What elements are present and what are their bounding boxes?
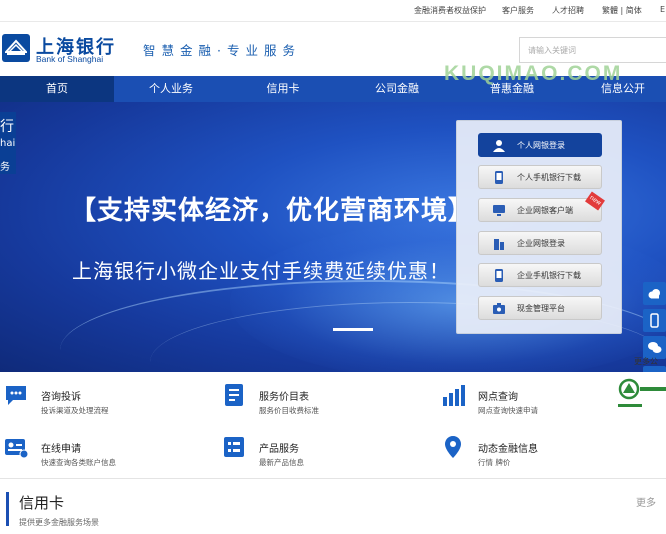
watermark: KUQIMAO.COM bbox=[444, 62, 623, 85]
partner-logo-icon[interactable] bbox=[618, 377, 666, 409]
cloud-icon bbox=[648, 289, 660, 299]
building-icon bbox=[494, 239, 504, 250]
quick-link-desc: 投诉渠道及处理流程 bbox=[41, 406, 109, 415]
quick-link-online-apply[interactable]: 在线申请 快速查询各类账户信息 bbox=[3, 430, 203, 470]
corporate-client-button[interactable]: 企业网银客户端 new bbox=[478, 191, 605, 222]
quick-link-branch-search[interactable]: 网点查询 网点查询快速申请 bbox=[440, 378, 640, 418]
section-subtitle: 提供更多金融服务场景 bbox=[19, 518, 99, 527]
button-label: 现金管理平台 bbox=[517, 304, 565, 313]
personal-banking-login-button[interactable]: 个人网银登录 bbox=[478, 133, 602, 157]
button-label: 企业网银登录 bbox=[517, 239, 565, 248]
quick-link-desc: 服务价目收费标准 bbox=[259, 406, 319, 415]
quick-link-desc: 网点查询快速申请 bbox=[478, 406, 538, 415]
quick-link-market-info[interactable]: 动态金融信息 行情 牌价 bbox=[440, 430, 640, 470]
corporate-banking-login-button[interactable]: 企业网银登录 bbox=[478, 231, 602, 255]
button-label: 企业网银客户端 bbox=[517, 206, 573, 215]
nav-item-corporate[interactable]: 公司金融 bbox=[338, 76, 456, 102]
quick-link-desc: 行情 牌价 bbox=[478, 458, 511, 467]
quick-link-products[interactable]: 产品服务 最新产品信息 bbox=[221, 430, 421, 470]
cash-icon bbox=[493, 303, 505, 314]
chat-icon bbox=[6, 386, 26, 405]
section-accent-bar bbox=[6, 492, 9, 526]
quick-link-price-list[interactable]: 服务价目表 服务价目收费标准 bbox=[221, 378, 421, 418]
english-link[interactable]: E bbox=[660, 5, 665, 14]
nav-item-personal[interactable]: 个人业务 bbox=[114, 76, 228, 102]
new-badge: new bbox=[585, 191, 605, 211]
side-tab-line-3: 务 bbox=[0, 162, 10, 173]
quick-link-title: 在线申请 bbox=[41, 444, 81, 455]
customer-service-link[interactable]: 客户服务 bbox=[502, 5, 534, 16]
careers-link[interactable]: 人才招聘 bbox=[552, 5, 584, 16]
quick-link-title: 动态金融信息 bbox=[478, 444, 538, 455]
quick-link-title: 产品服务 bbox=[259, 444, 299, 455]
computer-icon bbox=[493, 205, 505, 216]
wechat-icon bbox=[648, 342, 662, 353]
side-tab-line-1: 行 bbox=[0, 119, 14, 135]
quick-link-desc: 最新产品信息 bbox=[259, 458, 304, 467]
cash-management-button[interactable]: 现金管理平台 bbox=[478, 296, 602, 320]
banner-side-tab[interactable]: 行 hai 务 bbox=[0, 112, 16, 174]
bank-logo-icon[interactable] bbox=[2, 34, 30, 62]
consumer-protection-link[interactable]: 金融消费者权益保护 bbox=[414, 5, 486, 16]
quick-link-title: 网点查询 bbox=[478, 392, 518, 403]
quick-link-title: 服务价目表 bbox=[259, 392, 309, 403]
bar-chart-icon bbox=[443, 385, 465, 406]
phone-icon bbox=[495, 269, 503, 282]
float-cloud-button[interactable] bbox=[643, 282, 666, 305]
nav-item-credit-card[interactable]: 信用卡 bbox=[228, 76, 338, 102]
quick-link-complaints[interactable]: 咨询投诉 投诉渠道及处理流程 bbox=[3, 378, 203, 418]
more-link[interactable]: 更多 bbox=[636, 494, 656, 509]
corporate-mobile-download-button[interactable]: 企业手机银行下载 bbox=[478, 263, 602, 287]
online-banking-panel: 个人网银登录 个人手机银行下载 企业网银客户端 new 企业网银登录 企业手机银… bbox=[456, 120, 622, 334]
slogan: 智慧金融·专业服务 bbox=[143, 43, 301, 58]
logo-english-name[interactable]: Bank of Shanghai bbox=[36, 54, 103, 64]
section-divider bbox=[0, 478, 666, 479]
button-label: 企业手机银行下载 bbox=[517, 271, 581, 280]
section-title: 信用卡 bbox=[19, 494, 65, 512]
language-switch-link[interactable]: 繁體 | 简体 bbox=[602, 5, 642, 16]
phone-icon bbox=[495, 171, 503, 184]
phone-icon bbox=[650, 313, 659, 328]
nav-item-home[interactable]: 首页 bbox=[0, 76, 114, 102]
top-utility-bar: 金融消费者权益保护 客户服务 人才招聘 繁體 | 简体 E bbox=[0, 0, 666, 22]
carousel-indicator[interactable] bbox=[333, 328, 373, 331]
button-label: 个人网银登录 bbox=[517, 141, 565, 150]
id-card-icon bbox=[5, 439, 29, 459]
banner-headline: 【支持实体经济，优化营商环境】 bbox=[70, 196, 476, 226]
personal-mobile-download-button[interactable]: 个人手机银行下载 bbox=[478, 165, 602, 189]
banner-subline: 上海银行小微企业支付手续费延续优惠！ bbox=[72, 259, 450, 283]
side-tab-line-2: hai bbox=[0, 138, 16, 149]
quick-link-desc: 快速查询各类账户信息 bbox=[41, 458, 116, 467]
quick-link-title: 咨询投诉 bbox=[41, 392, 81, 403]
float-mobile-button[interactable] bbox=[643, 309, 666, 332]
grid-icon bbox=[224, 437, 244, 457]
button-label: 个人手机银行下载 bbox=[517, 173, 581, 182]
page: 金融消费者权益保护 客户服务 人才招聘 繁體 | 简体 E 上海银行 Bank … bbox=[0, 0, 666, 534]
user-icon bbox=[493, 140, 505, 152]
price-list-icon bbox=[225, 384, 243, 406]
location-icon bbox=[445, 436, 461, 458]
search-input[interactable] bbox=[519, 37, 666, 63]
quick-links: 咨询投诉 投诉渠道及处理流程 服务价目表 服务价目收费标准 网点查询 网点查询快… bbox=[0, 372, 666, 478]
